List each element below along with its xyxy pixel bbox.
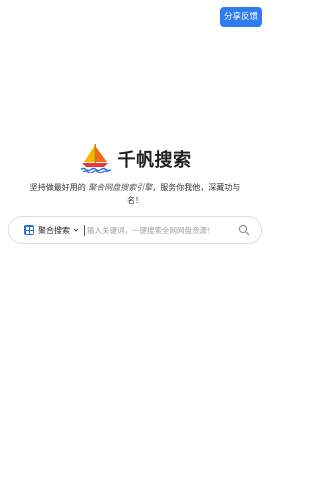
engine-label: 聚合搜索 <box>38 225 70 235</box>
search-bar: 聚合搜索 <box>8 216 262 244</box>
sailboat-logo-icon <box>79 143 111 173</box>
feedback-button[interactable]: 分享反馈 <box>220 7 262 27</box>
slogan: 坚持做最好用的 聚合网盘搜索引擎，服务你我他，深藏功与名！ <box>22 181 248 207</box>
engine-selector[interactable]: 聚合搜索 <box>24 225 79 236</box>
slogan-text: 坚持做最好用的 <box>29 183 89 192</box>
search-icon[interactable] <box>238 224 250 236</box>
brand: 千帆搜索 <box>0 143 270 173</box>
input-cursor-divider <box>84 224 85 236</box>
brand-name: 千帆搜索 <box>117 150 192 171</box>
slogan-emphasis: 聚合网盘搜索引擎 <box>88 183 153 192</box>
chevron-down-icon <box>73 228 79 232</box>
search-input[interactable] <box>87 225 234 235</box>
grid-apps-icon <box>24 225 34 235</box>
